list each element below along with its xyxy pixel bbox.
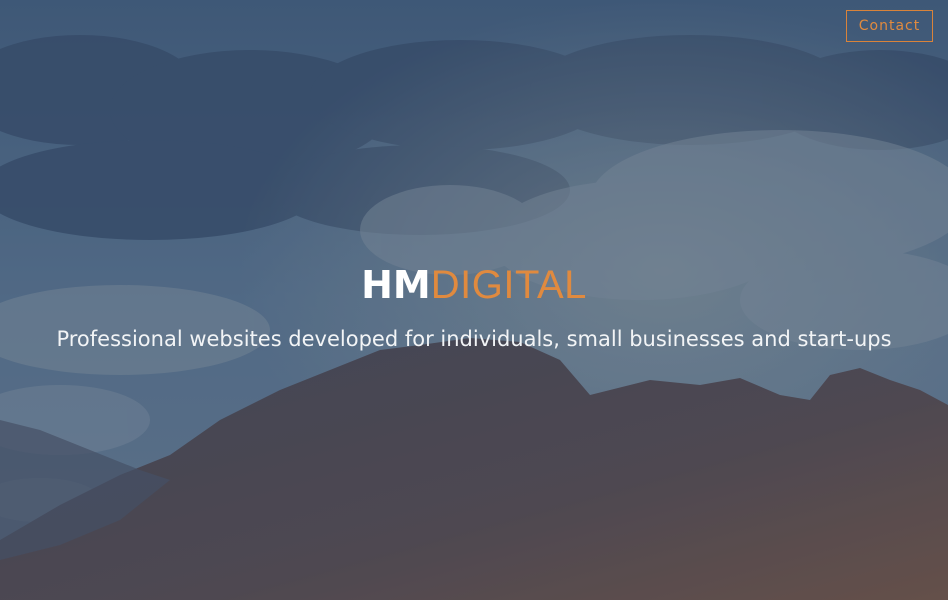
hero-section: Contact HMDIGITAL Professional websites … [0, 0, 948, 600]
brand-logo-digital: DIGITAL [430, 263, 587, 307]
contact-button[interactable]: Contact [846, 10, 933, 42]
brand-logo: HMDIGITAL [0, 262, 948, 308]
brand-logo-hm: HM [361, 263, 431, 307]
hero-tagline: Professional websites developed for indi… [56, 327, 892, 351]
